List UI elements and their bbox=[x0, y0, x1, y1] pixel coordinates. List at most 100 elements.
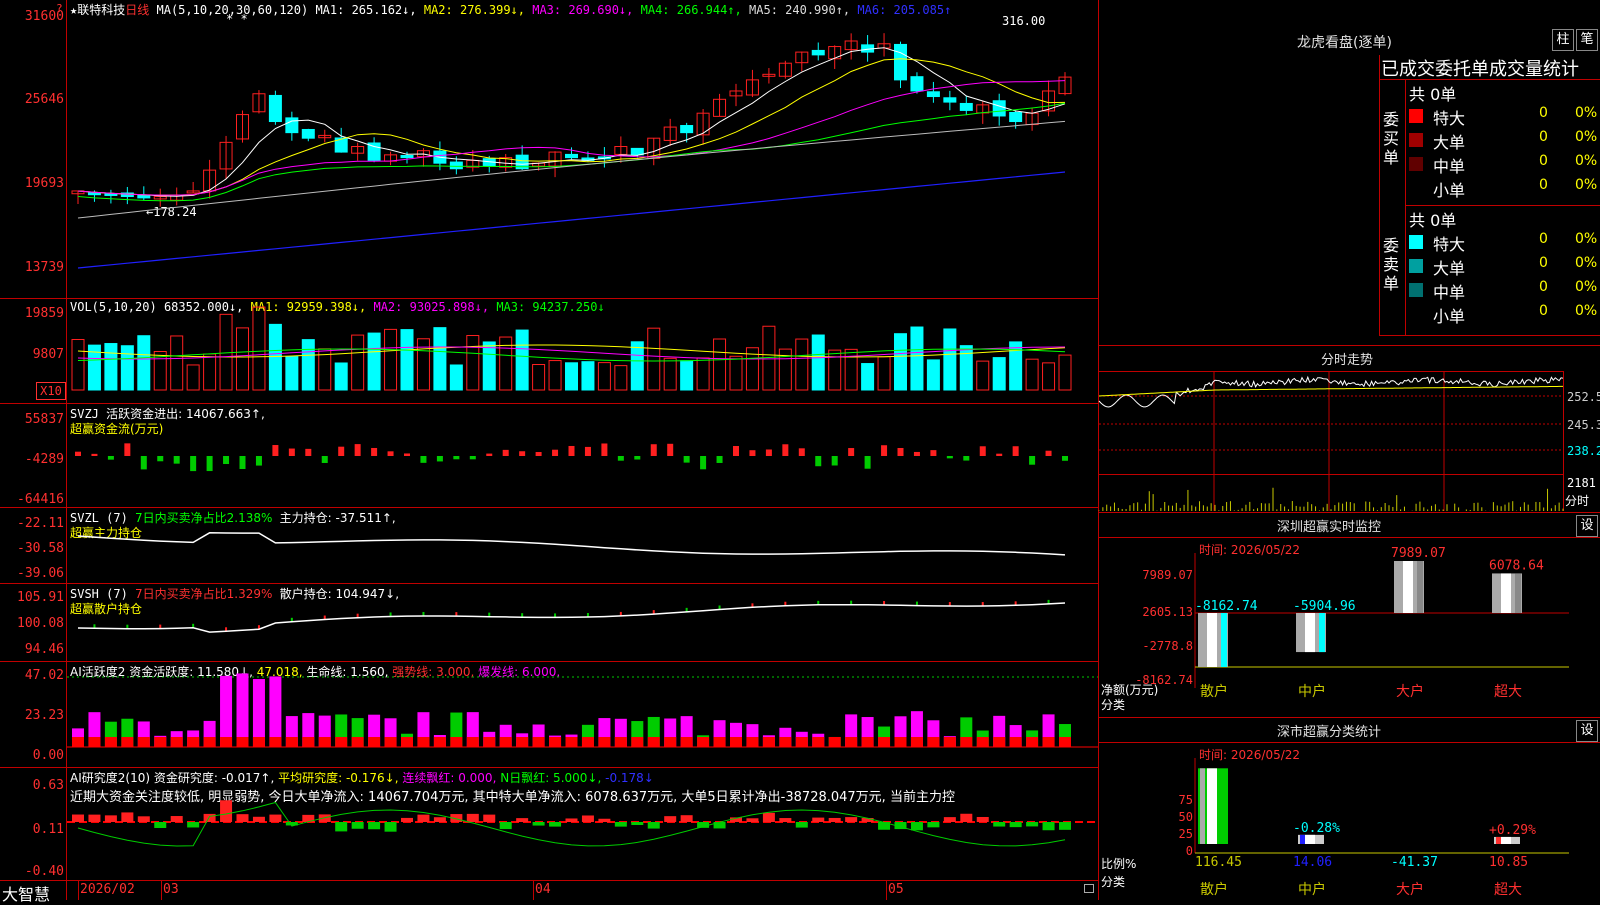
tick-mode-button[interactable]: 笔 bbox=[1576, 29, 1598, 51]
fund-flow-bar bbox=[601, 443, 608, 456]
lock-icon[interactable] bbox=[1084, 884, 1094, 893]
candlestick-chart[interactable] bbox=[0, 0, 1098, 298]
bar-value-label: 10.85 bbox=[1489, 855, 1528, 870]
candle-body bbox=[910, 76, 924, 92]
kline-panel[interactable]: ? ★联特科技日线 MA(5,10,20,30,60,120) MA1: 265… bbox=[0, 0, 1098, 298]
research-bar bbox=[220, 800, 233, 822]
intraday-panel[interactable]: 分时走势 252.5 245.3 238.2 2181 分时 bbox=[1098, 346, 1600, 512]
ai-active-chart[interactable] bbox=[0, 662, 1098, 767]
svzl-chart[interactable] bbox=[0, 508, 1098, 583]
research-bar bbox=[581, 815, 594, 822]
bar-mode-button[interactable]: 柱 bbox=[1552, 29, 1574, 51]
candle-body bbox=[565, 153, 578, 159]
activity-base bbox=[976, 737, 989, 747]
class-bar-chart[interactable]: 116.45 散户 -0.28% 14.06 中户 -41.37 大户 +0.29% 10.85… bbox=[1099, 718, 1600, 900]
svsh-panel[interactable]: SVSH (7) 7日内买卖净占比1.329% 散户持仓: 104.947↓, … bbox=[0, 584, 1098, 661]
activity-base bbox=[828, 737, 841, 747]
fund-flow-bar bbox=[453, 456, 460, 460]
fund-flow-bar bbox=[502, 449, 509, 456]
volume-bar bbox=[729, 355, 743, 391]
svzl-panel[interactable]: SVZL (7) 7日内买卖净占比2.138% 主力持仓: -37.511↑, … bbox=[0, 508, 1098, 583]
fund-flow-bar bbox=[486, 453, 493, 456]
volume-bar bbox=[1042, 362, 1056, 391]
activity-base bbox=[252, 737, 265, 747]
fund-flow-bar bbox=[140, 456, 147, 470]
fund-flow-bar bbox=[173, 456, 180, 464]
volume-bar bbox=[713, 338, 727, 391]
fund-flow-bar bbox=[288, 448, 295, 456]
volume-panel[interactable]: VOL(5,10,20) 68352.000↓, MA1: 92959.398↓… bbox=[0, 299, 1098, 403]
fund-flow-bar bbox=[535, 452, 542, 456]
activity-base bbox=[647, 737, 660, 747]
activity-base bbox=[220, 737, 233, 747]
svsh-chart[interactable] bbox=[0, 584, 1098, 661]
fund-flow-bar bbox=[963, 456, 970, 461]
ai-active-panel[interactable]: AI活跃度2 资金活跃度: 11.580↓, 47.018, 生命线: 1.56… bbox=[0, 662, 1098, 767]
sz-class-panel[interactable]: 深市超赢分类统计 设 时间: 2026/05/22 75 50 25 0 比例%… bbox=[1099, 718, 1600, 900]
order-row-pct: 0% bbox=[1575, 153, 1598, 169]
volume-bar bbox=[384, 328, 398, 391]
fund-flow-bar bbox=[420, 456, 427, 463]
ai-research-chart[interactable] bbox=[0, 768, 1098, 880]
tab-executed-orders[interactable]: 已成交委托单成交量统计 bbox=[1381, 55, 1579, 81]
research-bar bbox=[203, 813, 216, 822]
order-row-label: 特大 bbox=[1433, 235, 1466, 254]
candle-body bbox=[1009, 111, 1023, 123]
volume-bar bbox=[400, 329, 414, 391]
bar-edge bbox=[1300, 834, 1305, 844]
svzj-chart[interactable] bbox=[0, 404, 1098, 507]
research-bar bbox=[960, 813, 973, 822]
activity-base bbox=[845, 737, 858, 747]
activity-base bbox=[943, 737, 956, 747]
monitor-bar bbox=[1492, 573, 1522, 613]
intraday-chart[interactable] bbox=[1098, 346, 1600, 512]
volume-chart[interactable] bbox=[0, 299, 1098, 403]
activity-base bbox=[516, 737, 529, 747]
fund-flow-bar bbox=[650, 444, 657, 456]
volume-bar bbox=[71, 338, 85, 391]
monitor-bar bbox=[1296, 613, 1326, 653]
activity-base bbox=[187, 737, 200, 747]
activity-base bbox=[499, 737, 512, 747]
order-row-value: 0 bbox=[1539, 279, 1548, 295]
activity-base bbox=[910, 737, 923, 747]
category-label: 超大 bbox=[1494, 684, 1522, 700]
research-bar bbox=[466, 813, 479, 822]
fund-flow-bar bbox=[700, 456, 707, 470]
fund-flow-bar bbox=[848, 448, 855, 456]
activity-base bbox=[335, 737, 348, 747]
research-bar bbox=[335, 822, 348, 832]
research-bar bbox=[252, 816, 265, 822]
activity-base bbox=[401, 737, 413, 747]
dragon-tiger-panel: 龙虎看盘(逐单) 柱 笔 已成交委托单成交量统计 委买单 委卖单 共 0单 共 … bbox=[1099, 0, 1600, 345]
volume-bar bbox=[301, 339, 315, 391]
activity-base bbox=[104, 737, 117, 747]
activity-base bbox=[680, 737, 693, 747]
color-swatch bbox=[1409, 109, 1423, 123]
bar-pct-label: +0.29% bbox=[1489, 823, 1536, 838]
research-bar bbox=[417, 814, 430, 822]
research-bar bbox=[598, 818, 611, 822]
monitor-bar-chart[interactable]: -8162.74 散户 -5904.96 中户 7989.07 大户 6078.64 超大 bbox=[1099, 513, 1600, 717]
activity-base bbox=[351, 737, 364, 747]
date-axis-label: 03 bbox=[163, 882, 179, 897]
research-bar bbox=[154, 822, 167, 829]
volume-bar bbox=[844, 348, 858, 391]
ai-research-panel[interactable]: AI研究度2(10) 资金研究度: -0.017↑, 平均研究度: -0.176… bbox=[0, 768, 1098, 880]
activity-base bbox=[384, 737, 397, 747]
order-row-label: 大单 bbox=[1433, 133, 1466, 152]
activity-base bbox=[795, 737, 808, 747]
volume-bar bbox=[252, 306, 266, 391]
volume-bar bbox=[565, 362, 578, 391]
fund-flow-bar bbox=[617, 456, 624, 461]
sz-monitor-panel[interactable]: 深圳超赢实时监控 设 时间: 2026/05/22 7989.07 2605.1… bbox=[1099, 513, 1600, 717]
activity-base bbox=[466, 737, 479, 747]
research-bar bbox=[269, 814, 282, 822]
fund-flow-bar bbox=[584, 446, 591, 456]
activity-base bbox=[170, 737, 183, 747]
bar-pct-label: -0.28% bbox=[1293, 821, 1340, 836]
svzj-panel[interactable]: SVZJ 活跃资金进出: 14067.663↑, 超赢资金流(万元) 55837… bbox=[0, 404, 1098, 507]
volume-bar bbox=[203, 353, 217, 391]
volume-bar bbox=[828, 349, 842, 391]
fund-flow-bar bbox=[91, 453, 98, 456]
